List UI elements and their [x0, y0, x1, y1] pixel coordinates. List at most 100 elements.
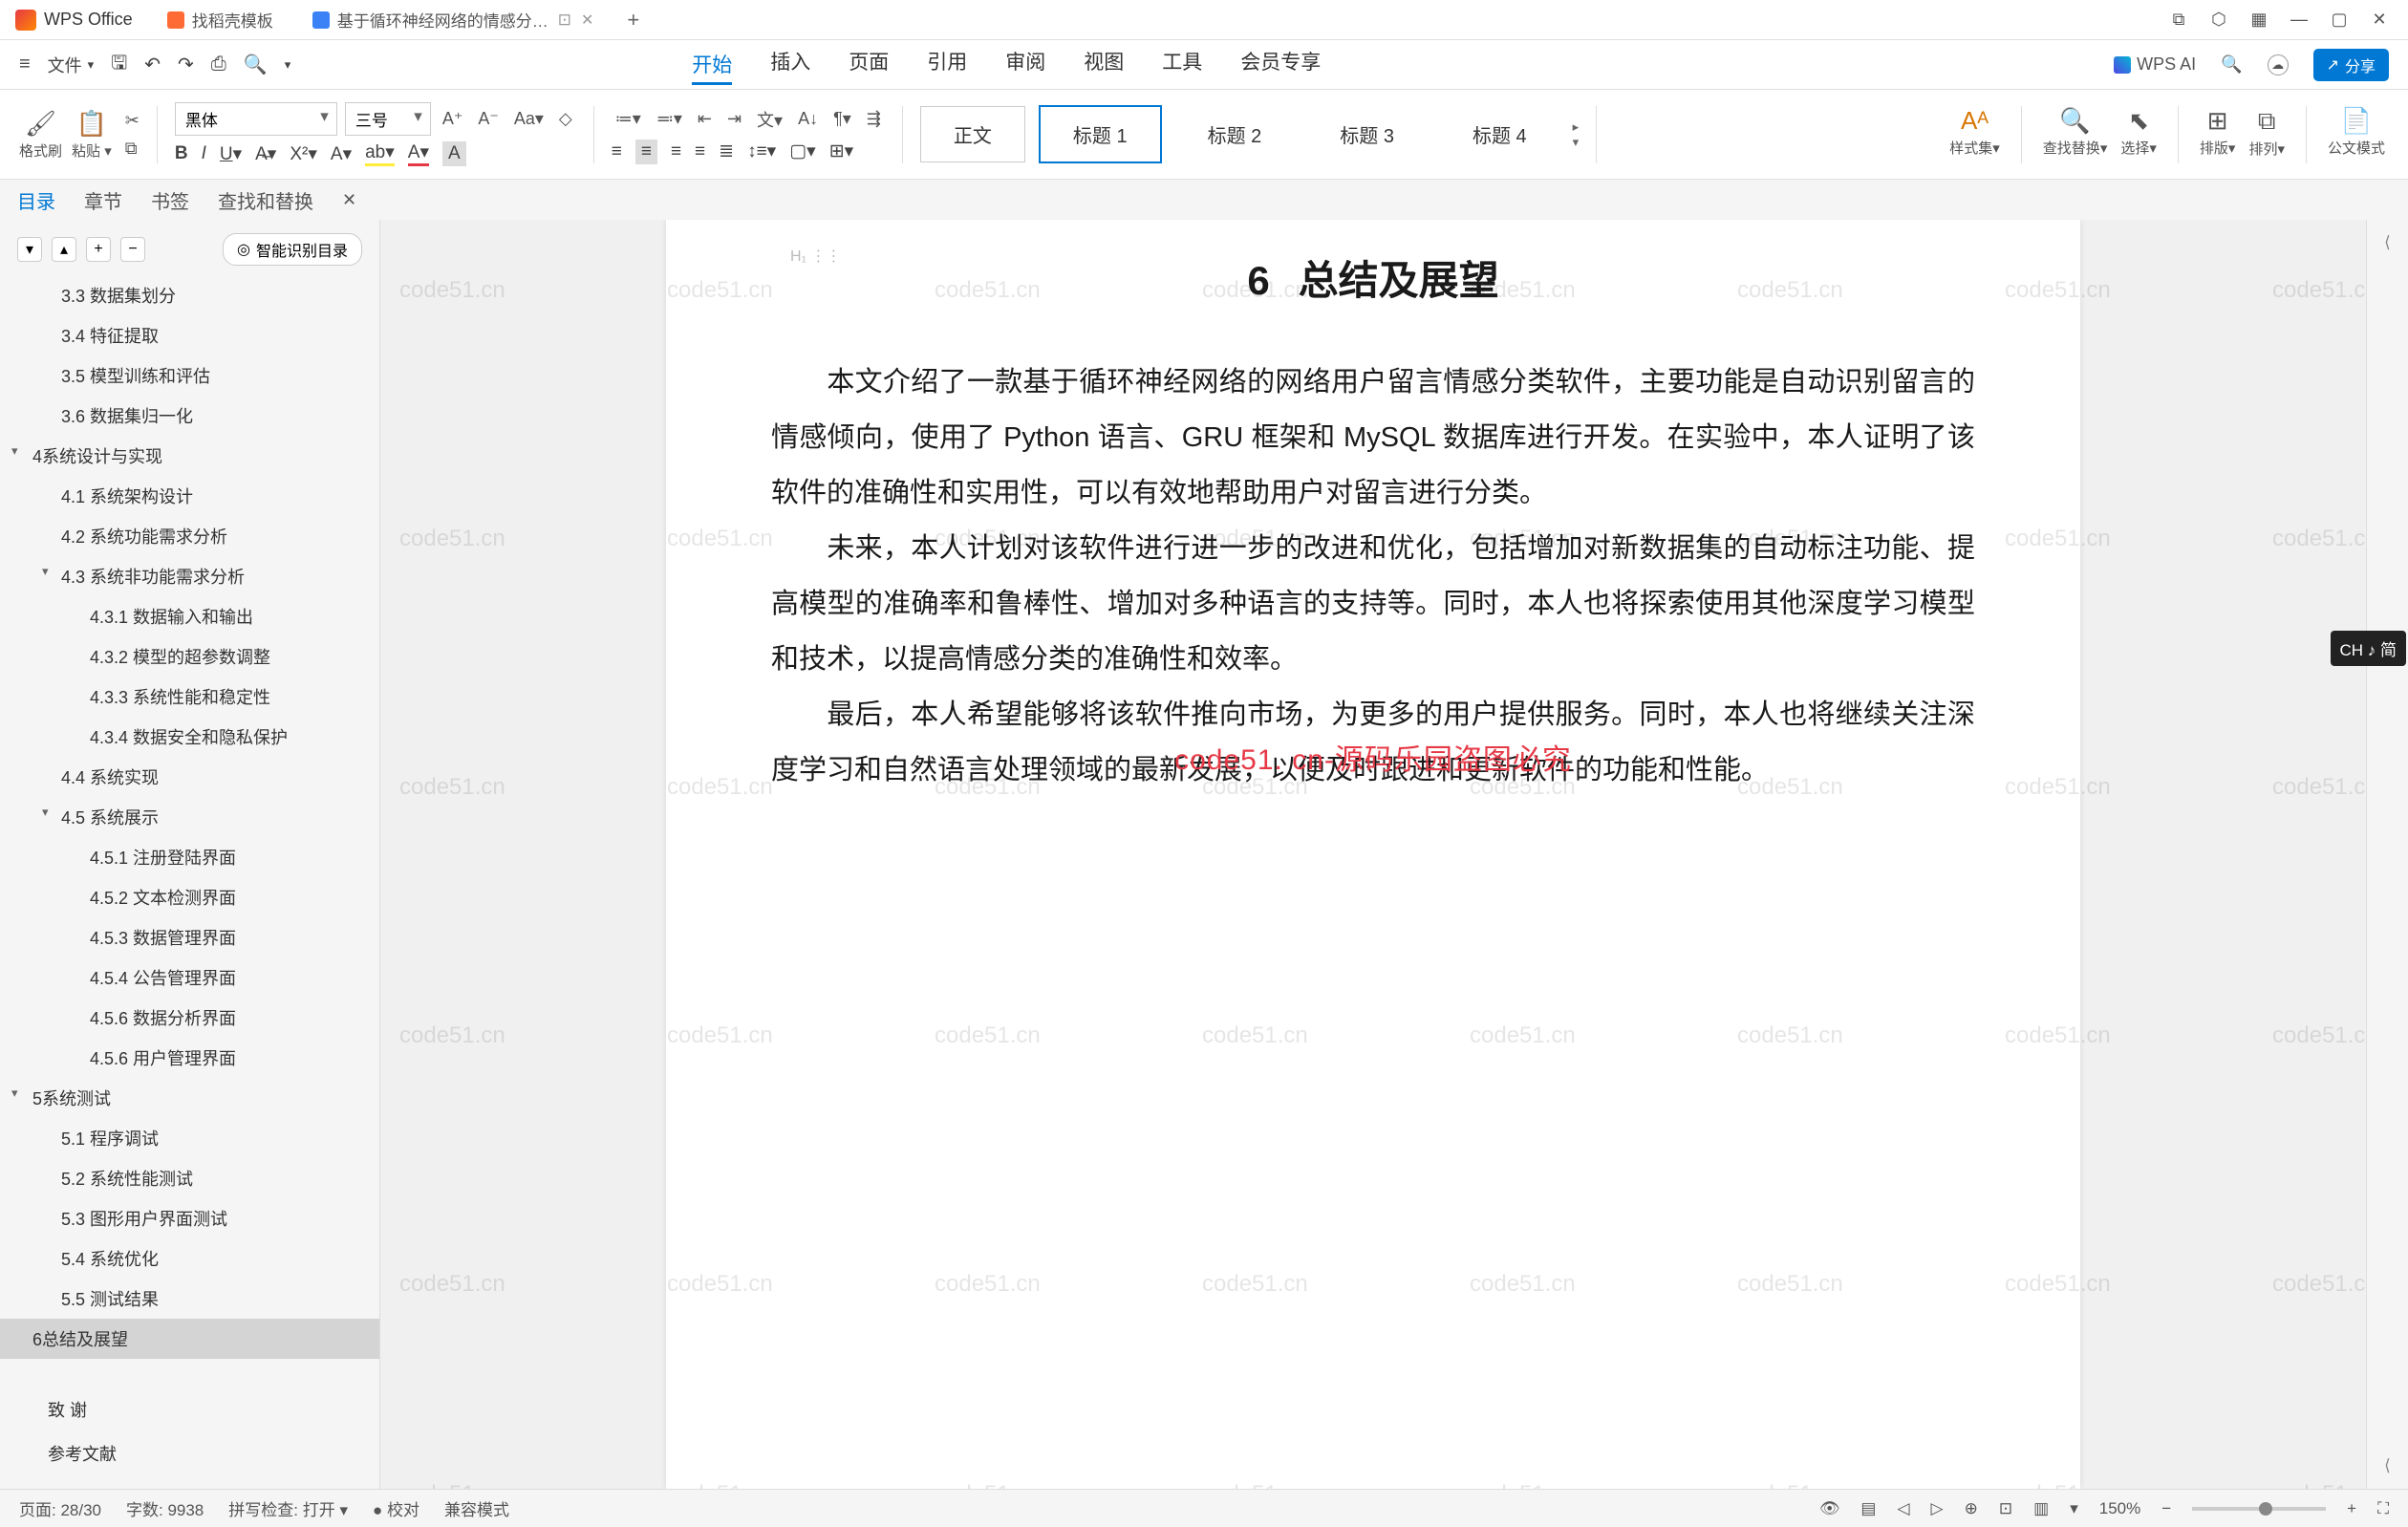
- line-spacing-icon[interactable]: ↕≡▾: [747, 140, 776, 162]
- outline-item[interactable]: ▾4.5 系统展示: [0, 797, 379, 837]
- increase-indent-icon[interactable]: ⇥: [723, 107, 745, 131]
- sp-tab-chapter[interactable]: 章节: [84, 186, 122, 214]
- file-menu[interactable]: 文件▾: [48, 53, 95, 77]
- outline-item[interactable]: 5.3 图形用户界面测试: [0, 1198, 379, 1238]
- text-effect-icon[interactable]: A▾: [331, 143, 352, 165]
- doc-mode-button[interactable]: 📄公文模式: [2328, 106, 2385, 163]
- close-icon[interactable]: ✕: [581, 11, 593, 30]
- outline-item[interactable]: 4.5.6 数据分析界面: [0, 998, 379, 1038]
- outline-item[interactable]: 4.3.3 系统性能和稳定性: [0, 677, 379, 717]
- outline-item[interactable]: ▾4系统设计与实现: [0, 436, 379, 476]
- outline-item[interactable]: 3.5 模型训练和评估: [0, 355, 379, 396]
- decrease-indent-icon[interactable]: ⇤: [694, 107, 716, 131]
- find-replace-button[interactable]: 🔍查找替换▾: [2043, 106, 2108, 163]
- eye-icon[interactable]: 👁: [1819, 1499, 1840, 1518]
- distribute-icon[interactable]: ≣: [719, 140, 734, 162]
- tab-template[interactable]: 找稻壳模板: [148, 0, 293, 39]
- more-view-icon[interactable]: ▾: [2070, 1499, 2078, 1518]
- formatting-marks-icon[interactable]: ¶▾: [829, 107, 855, 131]
- tab-options-icon[interactable]: ⊡: [558, 11, 571, 30]
- outline-item[interactable]: 3.6 数据集归一化: [0, 396, 379, 436]
- highlight-icon[interactable]: ab▾: [365, 141, 395, 166]
- zoom-level[interactable]: 150%: [2099, 1499, 2140, 1518]
- borders-icon[interactable]: ⊞▾: [829, 140, 853, 162]
- change-case-icon[interactable]: Aa▾: [510, 107, 548, 131]
- outline-item[interactable]: 4.5.3 数据管理界面: [0, 917, 379, 957]
- minimize-icon[interactable]: —: [2290, 10, 2309, 30]
- outline-item[interactable]: 4.2 系统功能需求分析: [0, 516, 379, 556]
- style-heading1[interactable]: 标题 1: [1039, 105, 1162, 163]
- cut-icon[interactable]: ✂: [125, 111, 140, 131]
- save-icon[interactable]: 🖫: [111, 49, 127, 81]
- layout-icon[interactable]: ⧉: [2169, 10, 2188, 30]
- align-right-icon[interactable]: ≡: [671, 141, 681, 162]
- print-view-icon[interactable]: ▥: [2033, 1499, 2049, 1518]
- search-icon[interactable]: 🔍: [2221, 54, 2242, 75]
- close-window-icon[interactable]: ✕: [2370, 10, 2389, 30]
- style-heading3[interactable]: 标题 3: [1307, 107, 1427, 161]
- hamburger-icon[interactable]: ≡: [19, 54, 31, 75]
- outline-item[interactable]: 3.3 数据集划分: [0, 275, 379, 315]
- rail-expand-icon[interactable]: ⟨: [2384, 1456, 2391, 1475]
- outline-remove-icon[interactable]: −: [120, 237, 145, 262]
- increase-font-icon[interactable]: A⁺: [439, 107, 467, 131]
- menu-home[interactable]: 开始: [692, 50, 732, 85]
- outline-item[interactable]: 3.4 特征提取: [0, 315, 379, 355]
- rail-top-icon[interactable]: ⟨: [2384, 233, 2391, 252]
- tab-icon[interactable]: ⇶: [863, 107, 885, 131]
- outline-item[interactable]: 4.4 系统实现: [0, 757, 379, 797]
- outline-item[interactable]: 5.5 测试结果: [0, 1279, 379, 1319]
- redo-icon[interactable]: ↷: [178, 53, 194, 76]
- outline-item[interactable]: 6总结及展望: [0, 1319, 379, 1359]
- bullet-list-icon[interactable]: ≔▾: [612, 107, 645, 131]
- outline-dropdown-icon[interactable]: ▾: [17, 237, 42, 262]
- outline-add-icon[interactable]: +: [86, 237, 111, 262]
- toggle-icon[interactable]: ▦: [2249, 10, 2268, 30]
- clear-format-icon[interactable]: ◇: [555, 107, 576, 131]
- new-tab-button[interactable]: +: [613, 8, 653, 32]
- outline-item[interactable]: 4.3.4 数据安全和隐私保护: [0, 717, 379, 757]
- font-color-icon[interactable]: A▾: [408, 141, 429, 166]
- outline-item[interactable]: 4.1 系统架构设计: [0, 476, 379, 516]
- document-canvas[interactable]: H₁ ⋮⋮ 6总结及展望 本文介绍了一款基于循环神经网络的网络用户留言情感分类软…: [380, 220, 2366, 1489]
- outline-item[interactable]: ▾4.3 系统非功能需求分析: [0, 556, 379, 596]
- style-more-icon[interactable]: ▸▾: [1573, 119, 1580, 150]
- nav-next-icon[interactable]: ▷: [1931, 1499, 1944, 1518]
- font-size-select[interactable]: 三号: [345, 102, 431, 136]
- layout-button[interactable]: ⊞排版▾: [2200, 106, 2236, 163]
- align-center-icon[interactable]: ≡: [635, 140, 657, 164]
- decrease-font-icon[interactable]: A⁻: [474, 107, 503, 131]
- text-direction-icon[interactable]: 文▾: [753, 105, 786, 134]
- menu-tools[interactable]: 工具: [1162, 47, 1202, 82]
- proof-status[interactable]: ● 校对: [373, 1496, 419, 1520]
- spellcheck-status[interactable]: 拼写检查: 打开 ▾: [228, 1496, 348, 1520]
- print-icon[interactable]: ⎙: [211, 54, 226, 75]
- menu-reference[interactable]: 引用: [927, 47, 967, 82]
- tab-document[interactable]: 基于循环神经网络的情感分… ⊡ ✕: [293, 0, 614, 39]
- cube-icon[interactable]: ⬡: [2209, 10, 2228, 30]
- font-name-select[interactable]: 黑体: [175, 102, 337, 136]
- outline-up-icon[interactable]: ▴: [52, 237, 76, 262]
- menu-view[interactable]: 视图: [1084, 47, 1124, 82]
- outline-footer-2[interactable]: 参考文献: [0, 1431, 379, 1475]
- paste-button[interactable]: 📋 粘贴 ▾: [72, 109, 112, 161]
- sp-tab-findreplace[interactable]: 查找和替换: [218, 186, 313, 214]
- superscript-icon[interactable]: X²▾: [290, 143, 317, 165]
- para-shading-icon[interactable]: ▢▾: [789, 140, 816, 162]
- italic-icon[interactable]: I: [202, 143, 206, 164]
- strikethrough-icon[interactable]: A̶▾: [255, 143, 276, 165]
- numbered-list-icon[interactable]: ≕▾: [653, 107, 686, 131]
- align-justify-icon[interactable]: ≡: [695, 141, 705, 162]
- maximize-icon[interactable]: ▢: [2330, 10, 2349, 30]
- sp-tab-bookmark[interactable]: 书签: [151, 186, 189, 214]
- outline-item[interactable]: 4.5.4 公告管理界面: [0, 957, 379, 998]
- outline-item[interactable]: 4.3.2 模型的超参数调整: [0, 636, 379, 677]
- format-painter-button[interactable]: 🖌 格式刷: [19, 109, 62, 161]
- arrange-button[interactable]: ⧉排列▾: [2248, 106, 2285, 163]
- sp-tab-outline[interactable]: 目录: [17, 186, 55, 214]
- outline-item[interactable]: 4.5.1 注册登陆界面: [0, 837, 379, 877]
- styles-button[interactable]: Aᴬ样式集▾: [1949, 106, 2000, 163]
- outline-item[interactable]: 4.5.2 文本检测界面: [0, 877, 379, 917]
- style-normal[interactable]: 正文: [920, 106, 1025, 162]
- nav-prev-icon[interactable]: ◁: [1897, 1499, 1909, 1518]
